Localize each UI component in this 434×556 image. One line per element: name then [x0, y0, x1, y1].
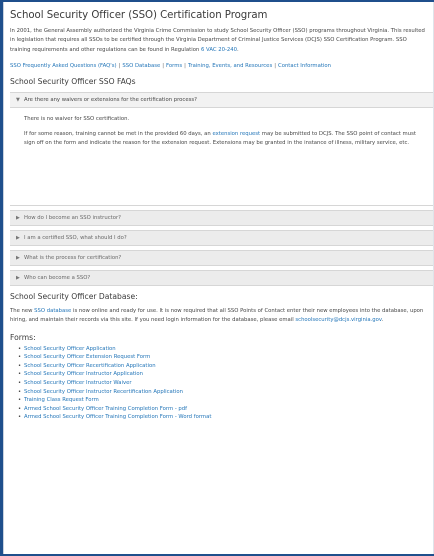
- page-title: School Security Officer (SSO) Certificat…: [10, 10, 268, 21]
- extension-request-link[interactable]: extension request: [212, 131, 260, 137]
- intro-paragraph: In 2001, the General Assembly authorized…: [10, 27, 434, 55]
- faq-question: I am a certified SSO, what should I do?: [24, 234, 127, 241]
- form-link[interactable]: School Security Officer Instructor Waive…: [24, 380, 132, 386]
- form-link[interactable]: Training Class Request Form: [24, 397, 99, 403]
- form-link[interactable]: School Security Officer Application: [24, 346, 116, 352]
- faq-question: How do I become an SSO instructor?: [24, 214, 121, 221]
- form-link[interactable]: Armed School Security Officer Training C…: [24, 406, 187, 412]
- bullet-icon: •: [18, 405, 22, 412]
- form-link[interactable]: Armed School Security Officer Training C…: [24, 414, 211, 420]
- form-link-item[interactable]: • Armed School Security Officer Training …: [18, 405, 434, 414]
- faq-section-title: School Security Officer SSO FAQs: [10, 76, 136, 86]
- form-link[interactable]: School Security Officer Extension Reques…: [24, 354, 150, 360]
- bullet-icon: •: [18, 380, 22, 387]
- bullet-icon: •: [18, 354, 22, 361]
- form-link-item[interactable]: • School Security Officer Instructor Rece…: [18, 388, 434, 397]
- form-link-item[interactable]: • School Security Officer Recertification…: [18, 362, 434, 371]
- faq-item-instructor[interactable]: ▶ How do I become an SSO instructor?: [10, 209, 434, 226]
- regulation-link[interactable]: 6 VAC 20-240: [201, 47, 237, 53]
- forms-section-title: Forms:: [10, 332, 36, 342]
- form-link-item[interactable]: • School Security Officer Extension Reque…: [18, 353, 434, 362]
- form-link[interactable]: School Security Officer Recertification …: [24, 363, 156, 369]
- database-quicklink[interactable]: SSO Database: [122, 63, 160, 69]
- db-text-end: .: [381, 317, 384, 324]
- bullet-icon: •: [18, 414, 22, 421]
- email-link[interactable]: schoolsecurity@dcjs.virginia.gov: [295, 317, 381, 323]
- faq-item-process[interactable]: ▶ What is the process for certification?: [10, 249, 434, 266]
- bullet-icon: •: [18, 388, 22, 395]
- faq-item-who[interactable]: ▶ Who can become a SSO?: [10, 269, 434, 286]
- faq-question: Who can become a SSO?: [24, 274, 91, 281]
- faq-quicklink[interactable]: SSO Frequently Asked Questions (FAQ's): [10, 63, 117, 69]
- bullet-icon: •: [18, 345, 22, 352]
- bullet-icon: •: [18, 362, 22, 369]
- form-link-item[interactable]: • Training Class Request Form: [18, 396, 434, 405]
- quick-links-bar: SSO Frequently Asked Questions (FAQ's) | S…: [10, 63, 434, 69]
- faq-question: What is the process for certification?: [24, 254, 122, 261]
- chevron-right-icon: ▶: [16, 234, 20, 241]
- faq-answer-text: There is no waiver for SSO certification…: [24, 115, 130, 122]
- chevron-right-icon: ▶: [16, 214, 20, 221]
- faq-item-waivers[interactable]: ▼ Are there any waivers or extensions fo…: [10, 91, 434, 108]
- page-frame: School Security Officer (SSO) Certificat…: [3, 2, 434, 554]
- form-link[interactable]: School Security Officer Instructor Appli…: [24, 371, 143, 377]
- db-text: The new: [10, 307, 35, 314]
- database-section-title: School Security Officer Database:: [10, 291, 138, 301]
- sso-database-link[interactable]: SSO database: [34, 308, 71, 314]
- answer-text: If for some reason, training cannot be m…: [24, 130, 213, 137]
- chevron-down-icon: ▼: [16, 96, 20, 103]
- main-content: School Security Officer (SSO) Certificat…: [4, 2, 434, 422]
- faq-question: Are there any waivers or extensions for …: [24, 96, 197, 103]
- faq-answer-text-2: If for some reason, training cannot be m…: [24, 130, 421, 148]
- forms-quicklink[interactable]: Forms: [166, 63, 182, 69]
- training-quicklink[interactable]: Training, Events, and Resources: [188, 63, 272, 69]
- database-paragraph: The new SSO database is now online and r…: [10, 307, 434, 326]
- form-link[interactable]: School Security Officer Instructor Recer…: [24, 389, 183, 395]
- bullet-icon: •: [18, 371, 22, 378]
- faq-accordion: ▼ Are there any waivers or extensions fo…: [10, 91, 434, 286]
- chevron-right-icon: ▶: [16, 254, 20, 261]
- forms-list: • School Security Officer Application • Sc…: [10, 345, 434, 422]
- bullet-icon: •: [18, 397, 22, 404]
- faq-answer-panel: There is no waiver for SSO certification…: [10, 107, 434, 206]
- chevron-right-icon: ▶: [16, 274, 20, 281]
- form-link-item[interactable]: • School Security Officer Instructor Appl…: [18, 370, 434, 379]
- form-link-item[interactable]: • School Security Officer Instructor Waiv…: [18, 379, 434, 388]
- contact-quicklink[interactable]: Contact Information: [278, 63, 331, 69]
- form-link-item[interactable]: • School Security Officer Application: [18, 345, 434, 354]
- faq-item-certified[interactable]: ▶ I am a certified SSO, what should I do…: [10, 229, 434, 246]
- intro-text-end: .: [237, 46, 239, 53]
- form-link-item[interactable]: • Armed School Security Officer Training …: [18, 413, 434, 422]
